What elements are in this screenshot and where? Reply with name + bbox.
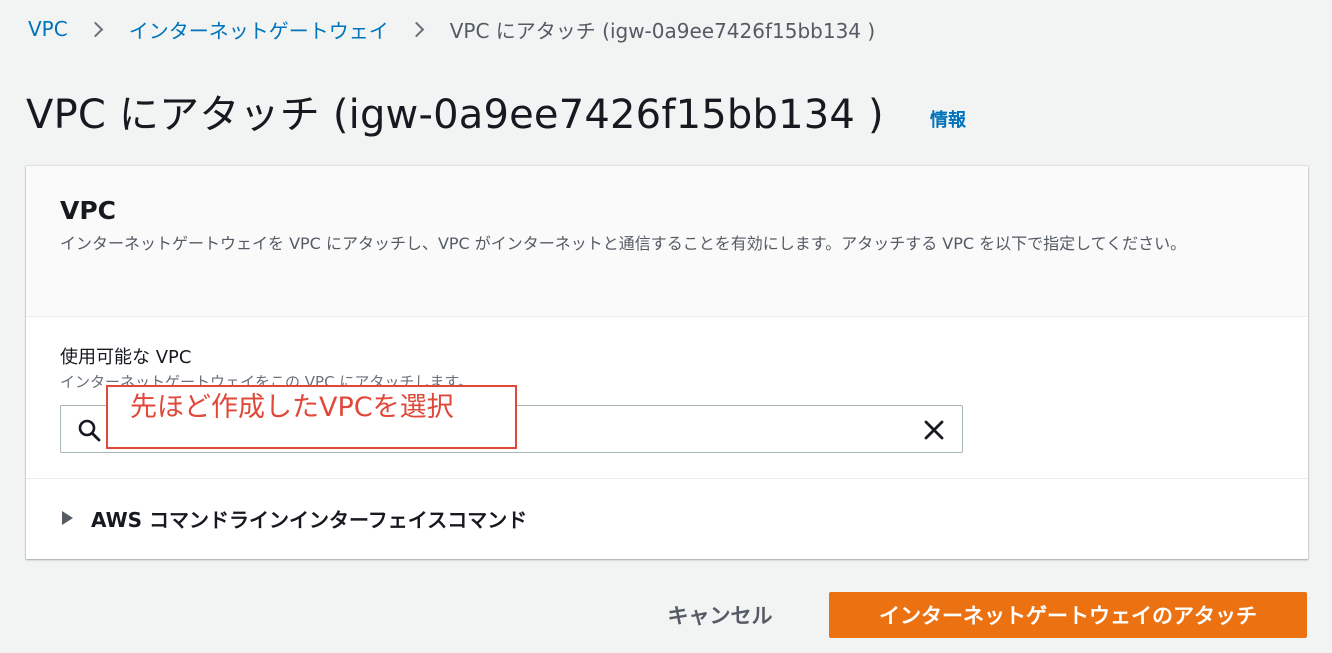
annotation-callout: 先ほど作成したVPCを選択 xyxy=(106,385,517,449)
panel-description: インターネットゲートウェイを VPC にアタッチし、VPC がインターネットと通… xyxy=(60,234,1187,253)
search-icon xyxy=(78,419,101,442)
caret-right-icon xyxy=(62,511,73,525)
cli-command-expander[interactable]: AWS コマンドラインインターフェイスコマンド xyxy=(26,479,1308,557)
chevron-right-icon xyxy=(87,21,103,37)
page-title: VPC にアタッチ (igw-0a9ee7426f15bb134 ) xyxy=(26,92,884,138)
panel-body: 使用可能な VPC インターネットゲートウェイをこの VPC にアタッチします。… xyxy=(26,317,1308,479)
attach-internet-gateway-button[interactable]: インターネットゲートウェイのアタッチ xyxy=(829,592,1307,638)
panel-title: VPC xyxy=(60,196,117,225)
breadcrumb-link-vpc[interactable]: VPC xyxy=(28,17,68,41)
info-link[interactable]: 情報 xyxy=(930,106,966,132)
breadcrumb-current: VPC にアタッチ (igw-0a9ee7426f15bb134 ) xyxy=(449,18,876,43)
breadcrumb-link-internet-gateways[interactable]: インターネットゲートウェイ xyxy=(129,15,389,44)
panel-header: VPC インターネットゲートウェイを VPC にアタッチし、VPC がインターネ… xyxy=(26,166,1308,317)
cancel-button[interactable]: キャンセル xyxy=(640,592,800,638)
close-icon[interactable] xyxy=(922,418,946,442)
expander-label: AWS コマンドラインインターフェイスコマンド xyxy=(91,507,528,532)
vpc-panel: VPC インターネットゲートウェイを VPC にアタッチし、VPC がインターネ… xyxy=(26,166,1308,559)
breadcrumb: VPC インターネットゲートウェイ VPC にアタッチ (igw-0a9ee74… xyxy=(28,14,875,44)
field-label: 使用可能な VPC xyxy=(60,347,192,368)
chevron-right-icon xyxy=(408,21,424,37)
